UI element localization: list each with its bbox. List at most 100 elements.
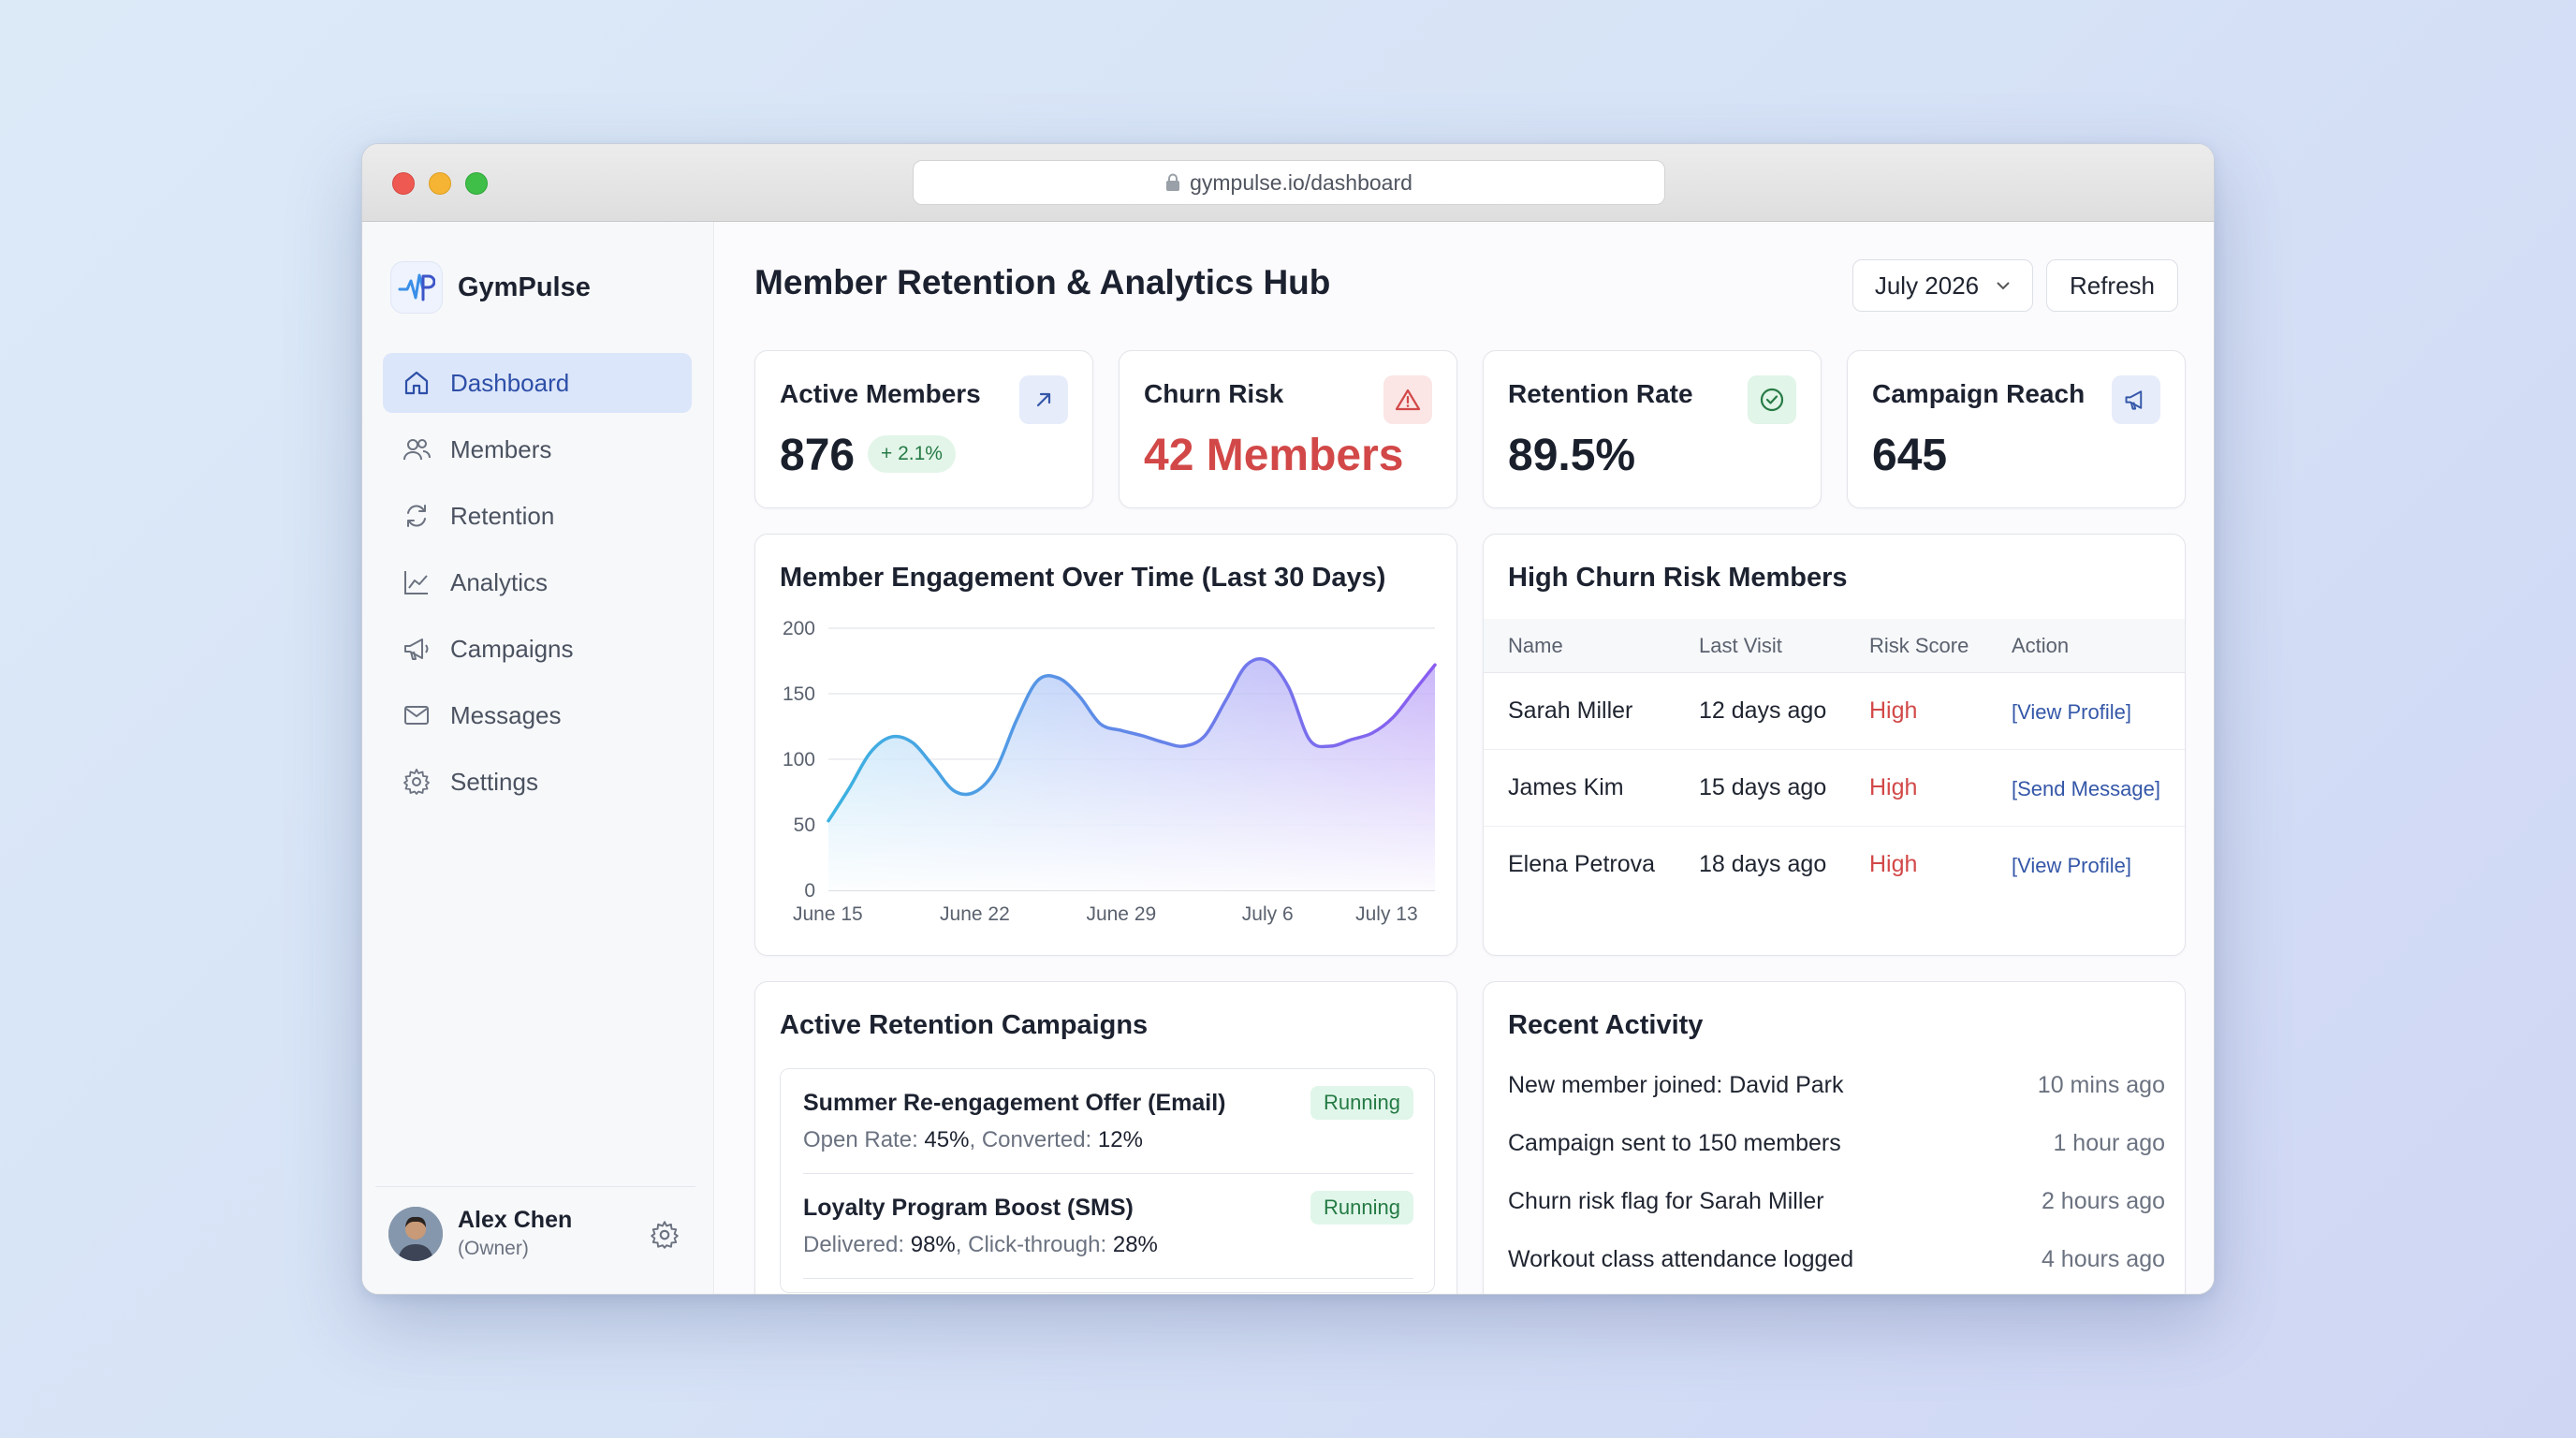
close-window-button[interactable] bbox=[392, 172, 415, 195]
campaign-item[interactable]: Loyalty Program Boost (SMS) Running Deli… bbox=[803, 1174, 1413, 1279]
brand-name: GymPulse bbox=[458, 271, 591, 302]
sidebar-item-label: Dashboard bbox=[450, 368, 570, 397]
member-name: Sarah Miller bbox=[1508, 697, 1633, 724]
browser-titlebar: gympulse.io/dashboard bbox=[362, 144, 2214, 222]
activity-time: 2 hours ago bbox=[2041, 1188, 2165, 1214]
column-header: Last Visit bbox=[1699, 634, 1782, 657]
list-item[interactable]: New member joined: David Park 10 mins ag… bbox=[1508, 1072, 2165, 1109]
home-icon bbox=[404, 371, 429, 395]
x-tick-label: June 15 bbox=[793, 903, 863, 925]
sidebar: GymPulse Dashboard Members Retention Ana… bbox=[362, 222, 714, 1294]
activity-text: Churn risk flag for Sarah Miller bbox=[1508, 1188, 1824, 1214]
metric-value: 98% bbox=[910, 1232, 956, 1257]
campaign-item[interactable]: Summer Re-engagement Offer (Email) Runni… bbox=[803, 1069, 1413, 1174]
brand[interactable]: GymPulse bbox=[390, 261, 591, 314]
list-item[interactable]: Campaign sent to 150 members 1 hour ago bbox=[1508, 1130, 2165, 1167]
kpi-card-campaign-reach: Campaign Reach 645 bbox=[1847, 350, 2186, 508]
y-tick-label: 100 bbox=[783, 749, 815, 770]
kpi-label: Retention Rate bbox=[1508, 379, 1693, 408]
address-bar[interactable]: gympulse.io/dashboard bbox=[913, 160, 1665, 205]
column-header: Risk Score bbox=[1869, 634, 1969, 657]
refresh-button[interactable]: Refresh bbox=[2046, 259, 2178, 312]
user-profile[interactable]: Alex Chen (Owner) bbox=[375, 1186, 695, 1280]
sidebar-item-analytics[interactable]: Analytics bbox=[383, 552, 692, 612]
x-tick-label: July 6 bbox=[1242, 903, 1294, 925]
chevron-down-icon bbox=[1997, 282, 2010, 290]
engagement-chart-card: Member Engagement Over Time (Last 30 Day… bbox=[754, 534, 1457, 956]
y-tick-label: 0 bbox=[804, 880, 815, 902]
kpi-label: Campaign Reach bbox=[1872, 379, 2086, 408]
sidebar-item-label: Messages bbox=[450, 700, 562, 729]
sidebar-item-campaigns[interactable]: Campaigns bbox=[383, 619, 692, 679]
kpi-value: 89.5% bbox=[1508, 431, 1636, 480]
status-badge: Running bbox=[1310, 1191, 1413, 1225]
engagement-chart: 0 50 100 150 200 June 15 June 22 June 29 July 6 J… bbox=[783, 618, 1437, 925]
campaign-name: Loyalty Program Boost (SMS) bbox=[803, 1195, 1134, 1221]
sidebar-item-messages[interactable]: Messages bbox=[383, 685, 692, 745]
member-name: Elena Petrova bbox=[1508, 851, 1656, 877]
metric-label: Converted: bbox=[981, 1127, 1092, 1152]
kpi-label: Churn Risk bbox=[1144, 379, 1284, 408]
activity-text: Workout class attendance logged bbox=[1508, 1246, 1854, 1272]
activity-time: 4 hours ago bbox=[2041, 1246, 2165, 1272]
sidebar-item-members[interactable]: Members bbox=[383, 419, 692, 479]
metric-label: Click-through: bbox=[968, 1232, 1107, 1257]
list-item[interactable]: Workout class attendance logged 4 hours … bbox=[1508, 1246, 2165, 1284]
risk-score: High bbox=[1869, 774, 1918, 800]
metric-value: 12% bbox=[1097, 1127, 1143, 1152]
month-select[interactable]: July 2026 bbox=[1852, 259, 2033, 312]
growth-badge: + 2.1% bbox=[868, 435, 956, 473]
list-item[interactable]: Churn risk flag for Sarah Miller 2 hours… bbox=[1508, 1188, 2165, 1225]
month-select-value: July 2026 bbox=[1874, 271, 1980, 300]
table-row: Sarah Miller 12 days ago High [View Prof… bbox=[1484, 673, 2185, 750]
browser-window: gympulse.io/dashboard GymPulse Dashboard… bbox=[361, 143, 2215, 1295]
x-tick-label: June 22 bbox=[940, 903, 1010, 925]
sidebar-item-settings[interactable]: Settings bbox=[383, 752, 692, 812]
activity-time: 10 mins ago bbox=[2037, 1072, 2165, 1098]
maximize-window-button[interactable] bbox=[465, 172, 488, 195]
sidebar-item-label: Settings bbox=[450, 767, 538, 796]
view-profile-link[interactable]: [View Profile] bbox=[2012, 700, 2131, 725]
campaign-stats: Open Rate: 45%, Converted: 12% bbox=[803, 1127, 1143, 1152]
campaigns-title: Active Retention Campaigns bbox=[780, 1010, 1149, 1040]
sidebar-item-label: Analytics bbox=[450, 567, 549, 596]
activity-time: 1 hour ago bbox=[2053, 1130, 2165, 1156]
table-row: Elena Petrova 18 days ago High [View Pro… bbox=[1484, 827, 2185, 903]
y-tick-label: 50 bbox=[794, 814, 815, 836]
minimize-window-button[interactable] bbox=[429, 172, 451, 195]
sidebar-item-label: Members bbox=[450, 434, 552, 463]
gear-icon[interactable] bbox=[649, 1219, 681, 1251]
mail-icon bbox=[404, 706, 429, 725]
campaigns-card: Active Retention Campaigns Summer Re-eng… bbox=[754, 981, 1457, 1294]
metric-value: 28% bbox=[1112, 1232, 1158, 1257]
avatar bbox=[388, 1206, 443, 1261]
activity-text: Campaign sent to 150 members bbox=[1508, 1130, 1841, 1156]
sidebar-item-retention[interactable]: Retention bbox=[383, 486, 692, 546]
column-header: Action bbox=[2012, 634, 2070, 657]
campaign-stats: Delivered: 98%, Click-through: 28% bbox=[803, 1232, 1158, 1257]
view-profile-link[interactable]: [View Profile] bbox=[2012, 854, 2131, 878]
main-content: Member Retention & Analytics Hub July 20… bbox=[715, 222, 2214, 1294]
kpi-value: 645 bbox=[1872, 431, 1948, 480]
campaign-list: Summer Re-engagement Offer (Email) Runni… bbox=[780, 1068, 1435, 1293]
sidebar-item-label: Retention bbox=[450, 501, 555, 530]
user-name: Alex Chen bbox=[458, 1207, 573, 1233]
table-title: High Churn Risk Members bbox=[1508, 563, 1848, 593]
metric-value: 45% bbox=[924, 1127, 970, 1152]
send-message-link[interactable]: [Send Message] bbox=[2012, 777, 2160, 801]
lock-icon bbox=[1166, 173, 1180, 191]
activity-title: Recent Activity bbox=[1508, 1010, 1704, 1040]
sidebar-nav: Dashboard Members Retention Analytics Ca… bbox=[383, 353, 692, 818]
kpi-label: Active Members bbox=[780, 379, 981, 408]
sidebar-item-label: Campaigns bbox=[450, 634, 574, 663]
kpi-value: 42 Members bbox=[1144, 431, 1404, 480]
user-role: (Owner) bbox=[458, 1238, 529, 1259]
kpi-value: 876 bbox=[780, 431, 856, 480]
sidebar-item-dashboard[interactable]: Dashboard bbox=[383, 353, 692, 413]
chart-line-icon bbox=[404, 571, 428, 594]
table-row: James Kim 15 days ago High [Send Message… bbox=[1484, 750, 2185, 827]
member-name: James Kim bbox=[1508, 774, 1624, 800]
y-tick-label: 200 bbox=[783, 618, 815, 639]
arrow-up-right-icon bbox=[1019, 375, 1068, 424]
x-tick-label: July 13 bbox=[1355, 903, 1418, 925]
